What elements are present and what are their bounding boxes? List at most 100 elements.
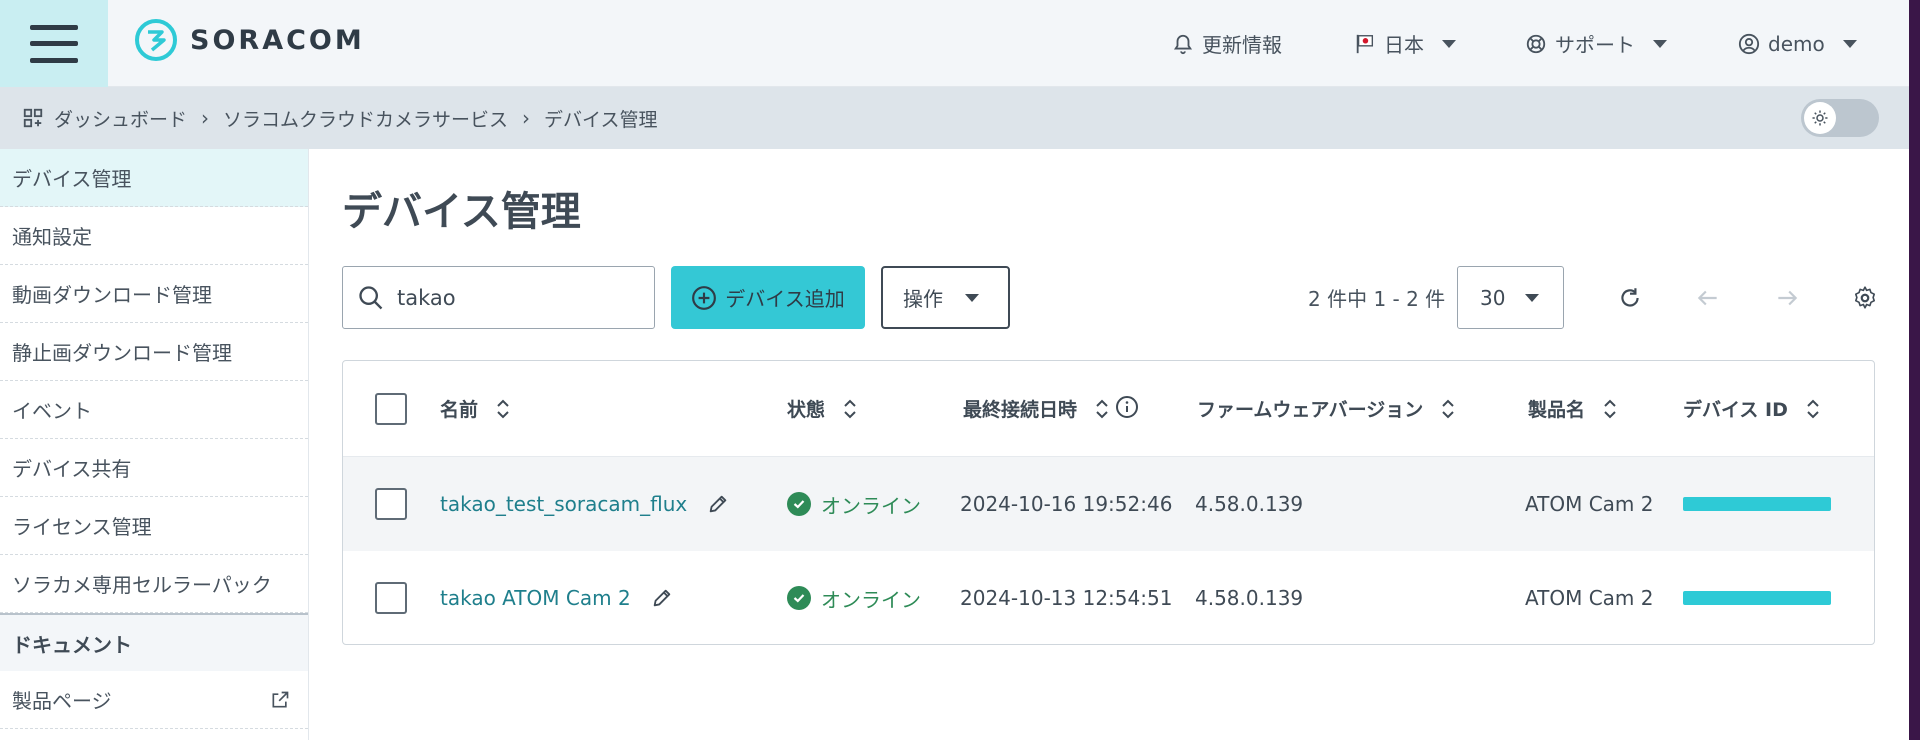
brand-name: SORACOM xyxy=(190,24,365,56)
col-name-label: 名前 xyxy=(440,399,479,421)
search-icon xyxy=(359,285,383,309)
main-content: デバイス管理 デバイス追加 操作 2 件中 1 - 2 件 30 xyxy=(310,149,1909,740)
col-name[interactable]: 名前 xyxy=(440,361,510,456)
sidebar-item-device-management[interactable]: デバイス管理 xyxy=(0,149,308,207)
last-connected-cell: 2024-10-13 12:54:51 xyxy=(960,586,1173,610)
device-id-redaction xyxy=(1683,497,1831,511)
firmware-cell: 4.58.0.139 xyxy=(1195,586,1304,610)
product-cell: ATOM Cam 2 xyxy=(1525,586,1654,610)
breadcrumb-camera-service[interactable]: ソラコムクラウドカメラサービス xyxy=(223,105,508,132)
sort-icon xyxy=(843,399,857,419)
col-device-id[interactable]: デバイス ID xyxy=(1683,361,1820,456)
plus-circle-icon xyxy=(692,285,717,310)
sidebar-item-label: ライセンス管理 xyxy=(12,515,152,539)
chevron-right-icon: › xyxy=(201,106,210,130)
chevron-down-icon xyxy=(965,293,979,302)
sort-icon xyxy=(1603,399,1617,419)
next-page-button[interactable] xyxy=(1765,266,1809,329)
col-firmware-label: ファームウェアバージョン xyxy=(1197,399,1424,421)
sidebar-item-video-download[interactable]: 動画ダウンロード管理 xyxy=(0,265,308,323)
sidebar-item-license[interactable]: ライセンス管理 xyxy=(0,497,308,555)
bell-icon xyxy=(1173,34,1193,54)
soracom-logo-icon xyxy=(135,19,177,61)
per-page-value: 30 xyxy=(1480,285,1506,310)
device-table: 名前 状態 最終接続日時 ファームウェアバージョン 製品名 デバイス ID ta… xyxy=(342,360,1875,645)
col-last-connected-label: 最終接続日時 xyxy=(963,399,1078,421)
breadcrumb-label: ソラコムクラウドカメラサービス xyxy=(223,108,509,131)
operations-label: 操作 xyxy=(903,287,943,311)
refresh-button[interactable] xyxy=(1608,266,1652,329)
select-all-checkbox-cell[interactable] xyxy=(375,361,407,456)
settings-button[interactable] xyxy=(1843,266,1887,329)
pencil-icon[interactable] xyxy=(651,587,673,609)
breadcrumb-dashboard[interactable]: ダッシュボード xyxy=(22,105,187,132)
user-avatar-icon xyxy=(1738,33,1760,54)
status-cell: オンライン xyxy=(787,551,921,644)
prev-page-button[interactable] xyxy=(1686,266,1730,329)
check-circle-icon xyxy=(787,492,811,516)
sidebar-item-device-sharing[interactable]: デバイス共有 xyxy=(0,439,308,497)
col-product-label: 製品名 xyxy=(1528,399,1586,421)
arrow-right-icon xyxy=(1778,290,1798,305)
add-device-button[interactable]: デバイス追加 xyxy=(671,266,865,329)
table-row[interactable]: takao ATOM Cam 2 オンライン 2024-10-13 12:54:… xyxy=(343,551,1874,644)
lifebuoy-icon xyxy=(1526,34,1546,53)
sidebar-item-image-download[interactable]: 静止画ダウンロード管理 xyxy=(0,323,308,381)
select-all-checkbox[interactable] xyxy=(375,392,407,425)
language-selector[interactable]: 日本 xyxy=(1354,0,1456,87)
sort-icon xyxy=(496,399,510,419)
theme-toggle[interactable] xyxy=(1801,99,1879,137)
col-last-connected[interactable]: 最終接続日時 xyxy=(963,361,1139,456)
sidebar: デバイス管理 通知設定 動画ダウンロード管理 静止画ダウンロード管理 イベント … xyxy=(0,149,309,740)
device-id-cell xyxy=(1683,457,1831,551)
sidebar-item-cellular-pack[interactable]: ソラカメ専用セルラーパック xyxy=(0,555,308,613)
result-count: 2 件中 1 - 2 件 xyxy=(1308,287,1446,311)
menu-toggle-button[interactable] xyxy=(0,0,108,87)
col-firmware[interactable]: ファームウェアバージョン xyxy=(1197,361,1455,456)
breadcrumb: ダッシュボード › ソラコムクラウドカメラサービス › デバイス管理 xyxy=(0,87,1909,149)
sidebar-item-label: 製品ページ xyxy=(12,689,112,713)
info-icon[interactable] xyxy=(1115,395,1139,419)
sidebar-item-events[interactable]: イベント xyxy=(0,381,308,439)
sidebar-item-label: 通知設定 xyxy=(12,225,92,249)
table-row[interactable]: takao_test_soracam_flux オンライン 2024-10-16… xyxy=(343,457,1874,551)
pencil-icon[interactable] xyxy=(707,493,729,515)
sidebar-item-product-page[interactable]: 製品ページ xyxy=(0,671,308,729)
row-checkbox[interactable] xyxy=(375,488,407,520)
sidebar-item-label: デバイス管理 xyxy=(12,167,132,191)
breadcrumb-current: デバイス管理 xyxy=(544,105,657,132)
gear-icon xyxy=(1854,285,1876,309)
dashboard-icon xyxy=(23,108,43,128)
check-circle-icon xyxy=(787,586,811,610)
support-menu[interactable]: サポート xyxy=(1525,0,1667,87)
operations-dropdown[interactable]: 操作 xyxy=(881,266,1010,329)
col-status[interactable]: 状態 xyxy=(787,361,857,456)
logo[interactable]: SORACOM xyxy=(134,18,365,62)
per-page-select[interactable]: 30 xyxy=(1457,266,1564,329)
sidebar-item-notification-settings[interactable]: 通知設定 xyxy=(0,207,308,265)
sidebar-section-documents: ドキュメント xyxy=(0,613,308,671)
firmware-cell: 4.58.0.139 xyxy=(1195,492,1304,516)
row-checkbox-cell[interactable] xyxy=(375,457,407,551)
search-input[interactable] xyxy=(397,285,637,310)
col-status-label: 状態 xyxy=(787,399,826,421)
flag-icon xyxy=(1356,34,1374,53)
breadcrumb-label: デバイス管理 xyxy=(544,108,658,131)
sun-icon xyxy=(1804,102,1836,134)
news-link[interactable]: 更新情報 xyxy=(1172,0,1282,87)
device-name-link[interactable]: takao ATOM Cam 2 xyxy=(440,586,631,610)
row-checkbox[interactable] xyxy=(375,582,407,614)
device-name-cell: takao ATOM Cam 2 xyxy=(440,551,673,644)
sort-icon xyxy=(1441,399,1455,419)
chevron-down-icon xyxy=(1525,293,1540,302)
table-header: 名前 状態 最終接続日時 ファームウェアバージョン 製品名 デバイス ID xyxy=(343,361,1874,457)
search-box[interactable] xyxy=(342,266,655,329)
sort-icon xyxy=(1095,399,1109,419)
user-menu[interactable]: demo xyxy=(1738,0,1857,87)
status-cell: オンライン xyxy=(787,457,921,551)
row-checkbox-cell[interactable] xyxy=(375,551,407,644)
device-name-link[interactable]: takao_test_soracam_flux xyxy=(440,492,687,516)
sort-icon xyxy=(1806,399,1820,419)
status-badge: オンライン xyxy=(821,493,921,518)
col-product[interactable]: 製品名 xyxy=(1528,361,1617,456)
